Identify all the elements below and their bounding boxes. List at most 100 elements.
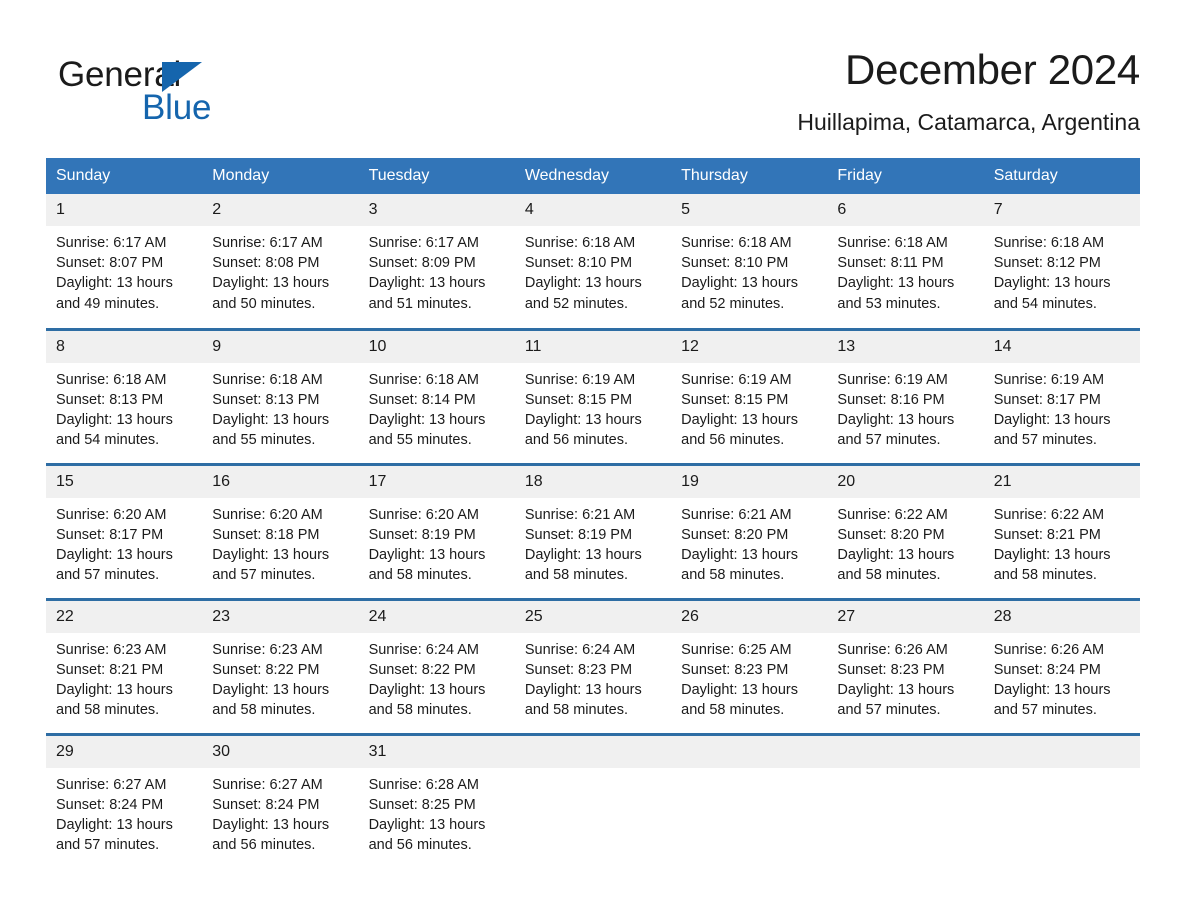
page-header: General Blue December 2024 Huillapima, C… xyxy=(46,44,1140,144)
day-cell[interactable]: 22 Sunrise: 6:23 AM Sunset: 8:21 PM Dayl… xyxy=(46,597,203,734)
sunrise-text: Sunrise: 6:18 AM xyxy=(993,235,1105,251)
day-cell[interactable]: 12 Sunrise: 6:19 AM Sunset: 8:15 PM Dayl… xyxy=(671,327,828,464)
day-cell[interactable]: 30 Sunrise: 6:27 AM Sunset: 8:24 PM Dayl… xyxy=(202,732,359,869)
day-cell[interactable]: 21 Sunrise: 6:22 AM Sunset: 8:21 PM Dayl… xyxy=(983,462,1140,599)
sunrise-text: Sunrise: 6:17 AM xyxy=(368,235,479,251)
sunrise-text: Sunrise: 6:19 AM xyxy=(681,371,792,388)
week-row: 29 Sunrise: 6:27 AM Sunset: 8:24 PM Dayl… xyxy=(46,732,1140,869)
week-row: 15 Sunrise: 6:20 AM Sunset: 8:17 PM Dayl… xyxy=(46,462,1140,599)
weekday-header-row: Sunday Monday Tuesday Wednesday Thursday… xyxy=(46,158,1140,194)
day-number xyxy=(983,735,1140,768)
daylight-text: Daylight: 13 hours and 55 minutes. xyxy=(368,411,486,449)
day-cell[interactable]: 9 Sunrise: 6:18 AM Sunset: 8:13 PM Dayli… xyxy=(202,327,359,464)
day-cell[interactable]: 2 Sunrise: 6:17 AM Sunset: 8:08 PM Dayli… xyxy=(202,194,359,329)
daylight-text: Daylight: 13 hours and 58 minutes. xyxy=(524,681,642,719)
sunrise-text: Sunrise: 6:26 AM xyxy=(837,641,948,658)
day-number: 8 xyxy=(46,330,203,363)
day-number: 7 xyxy=(983,194,1140,226)
day-number: 6 xyxy=(827,194,984,226)
sunrise-text: Sunrise: 6:24 AM xyxy=(368,641,479,658)
day-details: Sunrise: 6:18 AM Sunset: 8:10 PM Dayligh… xyxy=(671,226,827,314)
day-cell[interactable]: 26 Sunrise: 6:25 AM Sunset: 8:23 PM Dayl… xyxy=(671,597,828,734)
general-blue-logo[interactable]: General Blue xyxy=(58,54,298,134)
sunrise-text: Sunrise: 6:22 AM xyxy=(837,506,948,523)
weekday-header-tuesday: Tuesday xyxy=(358,158,515,194)
day-cell[interactable]: 28 Sunrise: 6:26 AM Sunset: 8:24 PM Dayl… xyxy=(983,597,1140,734)
daylight-text: Daylight: 13 hours and 58 minutes. xyxy=(368,546,486,584)
weekday-header-wednesday: Wednesday xyxy=(514,158,672,194)
daylight-text: Daylight: 13 hours and 58 minutes. xyxy=(837,546,955,584)
day-cell[interactable]: 1 Sunrise: 6:17 AM Sunset: 8:07 PM Dayli… xyxy=(46,194,203,329)
sunset-text: Sunset: 8:21 PM xyxy=(993,526,1101,543)
daylight-text: Daylight: 13 hours and 55 minutes. xyxy=(212,411,330,449)
day-cell[interactable]: 4 Sunrise: 6:18 AM Sunset: 8:10 PM Dayli… xyxy=(514,194,672,329)
sunset-text: Sunset: 8:24 PM xyxy=(212,796,320,813)
week-row: 22 Sunrise: 6:23 AM Sunset: 8:21 PM Dayl… xyxy=(46,597,1140,734)
day-cell[interactable]: 25 Sunrise: 6:24 AM Sunset: 8:23 PM Dayl… xyxy=(514,597,672,734)
day-details: Sunrise: 6:26 AM Sunset: 8:23 PM Dayligh… xyxy=(827,633,983,721)
sunset-text: Sunset: 8:17 PM xyxy=(993,391,1101,408)
day-cell-empty xyxy=(827,732,984,869)
day-cell[interactable]: 11 Sunrise: 6:19 AM Sunset: 8:15 PM Dayl… xyxy=(514,327,672,464)
day-cell[interactable]: 19 Sunrise: 6:21 AM Sunset: 8:20 PM Dayl… xyxy=(671,462,828,599)
day-number: 26 xyxy=(671,600,828,633)
day-number: 30 xyxy=(202,735,359,768)
day-details: Sunrise: 6:17 AM Sunset: 8:09 PM Dayligh… xyxy=(359,226,515,314)
sunrise-text: Sunrise: 6:27 AM xyxy=(212,776,323,793)
day-cell[interactable]: 27 Sunrise: 6:26 AM Sunset: 8:23 PM Dayl… xyxy=(827,597,984,734)
day-cell[interactable]: 5 Sunrise: 6:18 AM Sunset: 8:10 PM Dayli… xyxy=(671,194,828,329)
sunset-text: Sunset: 8:14 PM xyxy=(368,391,476,408)
sunset-text: Sunset: 8:11 PM xyxy=(837,255,944,272)
sunrise-text: Sunrise: 6:22 AM xyxy=(993,506,1105,523)
day-number: 9 xyxy=(202,330,359,363)
sunrise-text: Sunrise: 6:27 AM xyxy=(56,776,167,793)
day-cell[interactable]: 18 Sunrise: 6:21 AM Sunset: 8:19 PM Dayl… xyxy=(514,462,672,599)
day-details: Sunrise: 6:18 AM Sunset: 8:12 PM Dayligh… xyxy=(984,226,1140,314)
day-number xyxy=(514,735,672,768)
day-cell[interactable]: 7 Sunrise: 6:18 AM Sunset: 8:12 PM Dayli… xyxy=(983,194,1140,329)
day-cell[interactable]: 17 Sunrise: 6:20 AM Sunset: 8:19 PM Dayl… xyxy=(358,462,515,599)
day-cell[interactable]: 24 Sunrise: 6:24 AM Sunset: 8:22 PM Dayl… xyxy=(358,597,515,734)
sunset-text: Sunset: 8:18 PM xyxy=(212,526,320,543)
day-number: 19 xyxy=(671,465,828,498)
week-row: 8 Sunrise: 6:18 AM Sunset: 8:13 PM Dayli… xyxy=(46,327,1140,464)
day-cell[interactable]: 10 Sunrise: 6:18 AM Sunset: 8:14 PM Dayl… xyxy=(358,327,515,464)
day-cell[interactable]: 8 Sunrise: 6:18 AM Sunset: 8:13 PM Dayli… xyxy=(46,327,203,464)
day-details: Sunrise: 6:20 AM Sunset: 8:18 PM Dayligh… xyxy=(202,498,358,586)
day-cell[interactable]: 6 Sunrise: 6:18 AM Sunset: 8:11 PM Dayli… xyxy=(827,194,984,329)
day-number: 2 xyxy=(202,194,359,226)
sunrise-text: Sunrise: 6:23 AM xyxy=(212,641,323,658)
daylight-text: Daylight: 13 hours and 57 minutes. xyxy=(212,546,330,584)
daylight-text: Daylight: 13 hours and 52 minutes. xyxy=(681,275,798,312)
day-cell[interactable]: 20 Sunrise: 6:22 AM Sunset: 8:20 PM Dayl… xyxy=(827,462,984,599)
sunset-text: Sunset: 8:13 PM xyxy=(212,391,320,408)
day-number: 23 xyxy=(202,600,359,633)
sunset-text: Sunset: 8:17 PM xyxy=(56,526,164,543)
day-details: Sunrise: 6:17 AM Sunset: 8:07 PM Dayligh… xyxy=(46,226,202,314)
weekday-header-monday: Monday xyxy=(202,158,359,194)
daylight-text: Daylight: 13 hours and 56 minutes. xyxy=(681,411,798,449)
sunset-text: Sunset: 8:20 PM xyxy=(837,526,945,543)
sunrise-text: Sunrise: 6:18 AM xyxy=(681,235,792,251)
day-cell[interactable]: 29 Sunrise: 6:27 AM Sunset: 8:24 PM Dayl… xyxy=(46,732,203,869)
calendar-page: General Blue December 2024 Huillapima, C… xyxy=(0,0,1188,918)
day-cell[interactable]: 23 Sunrise: 6:23 AM Sunset: 8:22 PM Dayl… xyxy=(202,597,359,734)
day-details: Sunrise: 6:23 AM Sunset: 8:21 PM Dayligh… xyxy=(46,633,202,721)
day-cell[interactable]: 3 Sunrise: 6:17 AM Sunset: 8:09 PM Dayli… xyxy=(358,194,515,329)
sunrise-text: Sunrise: 6:18 AM xyxy=(368,371,479,388)
day-cell[interactable]: 14 Sunrise: 6:19 AM Sunset: 8:17 PM Dayl… xyxy=(983,327,1140,464)
sunset-text: Sunset: 8:22 PM xyxy=(368,661,476,678)
daylight-text: Daylight: 13 hours and 51 minutes. xyxy=(368,275,486,312)
day-cell[interactable]: 31 Sunrise: 6:28 AM Sunset: 8:25 PM Dayl… xyxy=(358,732,515,869)
daylight-text: Daylight: 13 hours and 57 minutes. xyxy=(56,546,173,584)
day-cell[interactable]: 16 Sunrise: 6:20 AM Sunset: 8:18 PM Dayl… xyxy=(202,462,359,599)
day-details: Sunrise: 6:18 AM Sunset: 8:13 PM Dayligh… xyxy=(202,363,358,451)
day-cell-empty xyxy=(983,732,1140,869)
sunset-text: Sunset: 8:20 PM xyxy=(681,526,789,543)
day-details: Sunrise: 6:24 AM Sunset: 8:23 PM Dayligh… xyxy=(515,633,671,721)
day-cell[interactable]: 13 Sunrise: 6:19 AM Sunset: 8:16 PM Dayl… xyxy=(827,327,984,464)
day-cell[interactable]: 15 Sunrise: 6:20 AM Sunset: 8:17 PM Dayl… xyxy=(46,462,203,599)
day-number: 4 xyxy=(514,194,672,226)
daylight-text: Daylight: 13 hours and 58 minutes. xyxy=(212,681,330,719)
sunrise-sunset-calendar: Sunday Monday Tuesday Wednesday Thursday… xyxy=(46,158,1140,869)
